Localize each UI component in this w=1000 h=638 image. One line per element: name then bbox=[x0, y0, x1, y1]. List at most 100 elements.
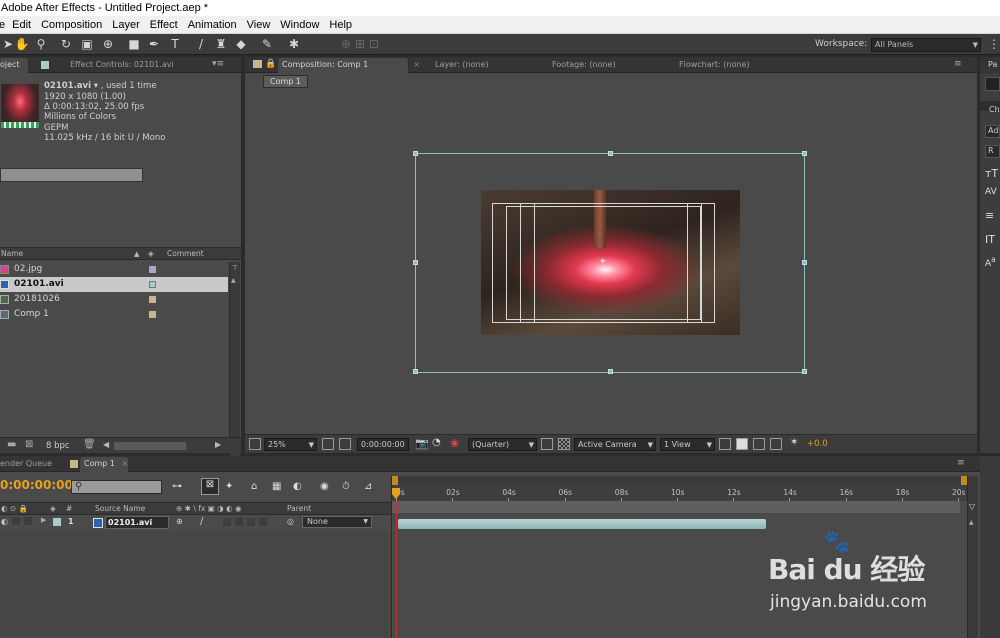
workspace-select[interactable]: All Panels ▼ bbox=[871, 38, 981, 52]
column-name[interactable]: Name bbox=[1, 248, 23, 260]
label-swatch[interactable] bbox=[53, 518, 61, 526]
camera-snapshot-icon[interactable]: 📷 bbox=[415, 437, 429, 450]
label-column-icon[interactable]: ◈ bbox=[148, 248, 154, 260]
panel-menu-icon[interactable]: ▾≡ bbox=[212, 59, 224, 69]
column-number[interactable]: # bbox=[66, 503, 72, 515]
menu-help[interactable]: Help bbox=[329, 16, 352, 34]
anchor-point-icon[interactable]: ⌖ bbox=[600, 257, 610, 267]
draft-3d-icon[interactable]: ✦ bbox=[225, 481, 233, 492]
switch-slot[interactable] bbox=[223, 518, 231, 526]
tab-render-queue[interactable]: ender Queue bbox=[0, 457, 52, 472]
font-style-field[interactable]: R bbox=[985, 145, 1000, 158]
shy-layers-icon[interactable]: ⌂ bbox=[251, 481, 257, 492]
label-swatch[interactable] bbox=[149, 266, 156, 273]
timeline-track-area[interactable]: 0s 02s 04s 06s 08s 10s 12s 14s 16s 18s 20s bbox=[391, 476, 967, 638]
transform-handle[interactable] bbox=[802, 260, 807, 265]
sort-arrow-icon[interactable]: ▲ bbox=[134, 248, 139, 260]
transform-handle[interactable] bbox=[413, 369, 418, 374]
comp-marker-icon[interactable]: ▽ bbox=[969, 502, 975, 511]
transform-handle[interactable] bbox=[802, 151, 807, 156]
project-item-selected[interactable]: 02101.avi bbox=[0, 277, 228, 292]
scroll-right-icon[interactable]: ▶ bbox=[215, 440, 221, 449]
transform-handle[interactable] bbox=[802, 369, 807, 374]
layer-row[interactable]: ◐ ▶ 1 02101.avi ⊕ / ◎ None ▼ bbox=[0, 516, 391, 530]
switch-slot[interactable] bbox=[247, 518, 255, 526]
flowchart-icon[interactable] bbox=[770, 438, 782, 450]
clone-stamp-tool-icon[interactable]: ♜ bbox=[213, 37, 229, 52]
project-scrollbar[interactable]: ⊤ ▲ ▼ bbox=[229, 262, 240, 489]
panel-icon[interactable] bbox=[985, 77, 1000, 91]
tab-flowchart[interactable]: Flowchart: (none) bbox=[675, 58, 750, 73]
reset-exposure-icon[interactable]: ✶ bbox=[790, 437, 798, 448]
panel-grip-icon[interactable]: ⋮ bbox=[986, 37, 1000, 52]
switches-icons[interactable]: ⊕ ✱ \ fx ▣ ◑ ◐ ◉ bbox=[176, 503, 242, 515]
scroll-up-icon[interactable]: ▲ bbox=[969, 519, 974, 526]
menu-file[interactable]: e bbox=[0, 16, 5, 34]
always-preview-icon[interactable] bbox=[249, 438, 261, 450]
grid-icon[interactable] bbox=[322, 438, 334, 450]
layer-duration-bar[interactable] bbox=[398, 519, 766, 529]
region-of-interest-icon[interactable] bbox=[541, 438, 553, 450]
timeline-search-input[interactable]: ⚲ bbox=[71, 480, 162, 494]
tab-footage[interactable]: Footage: (none) bbox=[548, 58, 616, 73]
parent-select[interactable]: None ▼ bbox=[302, 516, 372, 528]
rotation-tool-icon[interactable]: ↻ bbox=[58, 37, 74, 52]
camera-view-select[interactable]: Active Camera ▼ bbox=[574, 438, 656, 451]
timeline-icon[interactable] bbox=[753, 438, 765, 450]
video-visibility-icon[interactable]: ◐ bbox=[1, 517, 8, 526]
puppet-pin-tool-icon[interactable]: ✱ bbox=[286, 37, 302, 52]
camera-tool-icon[interactable]: ▣ bbox=[79, 37, 95, 52]
menu-window[interactable]: Window bbox=[280, 16, 319, 34]
fast-previews-icon[interactable] bbox=[736, 438, 748, 450]
trash-icon[interactable]: 🗑 bbox=[83, 439, 96, 450]
toggle-pixel-aspect-icon[interactable] bbox=[719, 438, 731, 450]
timeline-scrollbar[interactable]: ▽ ▲ bbox=[967, 476, 978, 638]
pen-tool-icon[interactable]: ✒ bbox=[146, 37, 162, 52]
menu-edit[interactable]: Edit bbox=[12, 16, 31, 34]
switch-slot[interactable] bbox=[259, 518, 267, 526]
lock-icon[interactable]: 🔒 bbox=[265, 59, 276, 69]
view-layout-select[interactable]: 1 View ▼ bbox=[660, 438, 715, 451]
transform-handle[interactable] bbox=[413, 151, 418, 156]
hand-tool-icon[interactable]: ✋ bbox=[14, 37, 30, 52]
close-icon[interactable]: × bbox=[413, 58, 420, 72]
mini-flowchart-icon[interactable]: ⊶ bbox=[172, 481, 182, 492]
resolution-select[interactable]: (Quarter) ▼ bbox=[468, 438, 537, 451]
timeline-current-time[interactable]: 0:00:00:00 bbox=[0, 478, 73, 492]
label-column-icon[interactable]: ◈ bbox=[50, 503, 56, 515]
horizontal-scrollbar[interactable] bbox=[114, 442, 186, 450]
flowchart-icon[interactable]: ⊤ bbox=[232, 264, 238, 272]
work-area-start-handle[interactable] bbox=[392, 476, 398, 485]
file-dropdown-icon[interactable]: ▾ bbox=[94, 81, 98, 91]
new-folder-icon[interactable]: ▬ bbox=[7, 439, 16, 450]
label-swatch[interactable] bbox=[149, 296, 156, 303]
tab-character[interactable]: Ch bbox=[989, 105, 1000, 114]
audio-toggle[interactable] bbox=[12, 517, 20, 525]
panel-menu-icon[interactable]: ≡ bbox=[957, 458, 965, 468]
switch-slot[interactable] bbox=[235, 518, 243, 526]
menu-view[interactable]: View bbox=[247, 16, 271, 34]
transform-handle[interactable] bbox=[608, 151, 613, 156]
zoom-tool-icon[interactable]: ⚲ bbox=[33, 37, 49, 52]
menu-animation[interactable]: Animation bbox=[188, 16, 237, 34]
solo-toggle[interactable] bbox=[24, 517, 32, 525]
live-update-icon[interactable]: ⊠ bbox=[201, 478, 219, 495]
tab-composition[interactable]: Composition: Comp 1 × bbox=[278, 58, 420, 73]
panel-menu-icon[interactable]: ≡ bbox=[954, 59, 962, 69]
project-item[interactable]: Comp 1 bbox=[0, 307, 228, 322]
frame-blending-icon[interactable]: ▦ bbox=[272, 481, 281, 492]
tab-effect-controls[interactable]: Effect Controls: 02101.avi bbox=[66, 58, 174, 73]
roto-brush-tool-icon[interactable]: ✎ bbox=[259, 37, 275, 52]
column-source-name[interactable]: Source Name bbox=[95, 503, 145, 515]
project-item[interactable]: 20181026 bbox=[0, 292, 228, 307]
comp-navigator-button[interactable]: Comp 1 bbox=[263, 75, 308, 88]
current-time-display[interactable]: 0:00:00:00 bbox=[357, 438, 409, 451]
transform-handle[interactable] bbox=[608, 369, 613, 374]
font-field[interactable]: Ad bbox=[985, 125, 1000, 138]
brainstorm-icon[interactable]: ⏱ bbox=[342, 481, 350, 492]
label-swatch[interactable] bbox=[149, 281, 156, 288]
tab-project[interactable]: oject bbox=[0, 58, 28, 73]
layer-name[interactable]: 02101.avi bbox=[105, 516, 169, 529]
type-tool-icon[interactable]: T bbox=[167, 37, 183, 52]
mask-visibility-icon[interactable] bbox=[339, 438, 351, 450]
